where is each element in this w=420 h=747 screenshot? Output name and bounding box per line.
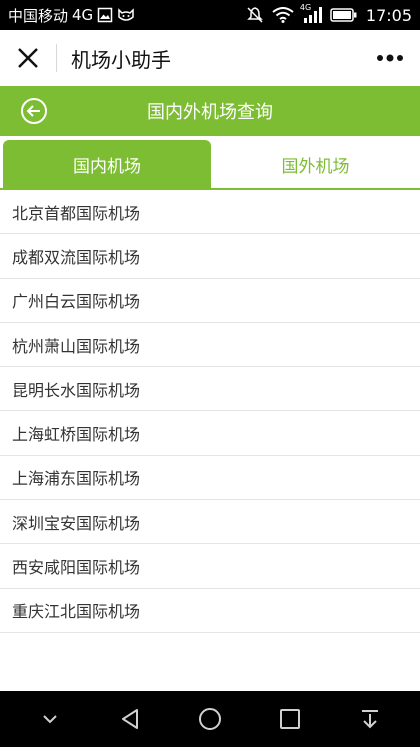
- carrier-name: 中国移动: [8, 6, 69, 25]
- list-item[interactable]: 西安咸阳国际机场: [0, 544, 420, 589]
- signal-label: 4G: [299, 3, 312, 12]
- status-right: 4G 17:05: [246, 3, 412, 25]
- image-icon: [97, 7, 113, 23]
- chevron-down-icon: [43, 715, 57, 724]
- recents-square-icon: [280, 709, 300, 729]
- back-triangle-icon: [122, 709, 138, 729]
- list-item[interactable]: 深圳宝安国际机场: [0, 500, 420, 545]
- app-title: 机场小助手: [71, 47, 171, 72]
- list-item[interactable]: 重庆江北国际机场: [0, 589, 420, 633]
- status-bar: 中国移动 4G 4G 17:05: [0, 0, 420, 30]
- nav-home-button[interactable]: [186, 695, 234, 743]
- tab-bar: 国内机场 国外机场: [0, 140, 420, 190]
- airport-list: 北京首都国际机场 成都双流国际机场 广州白云国际机场 杭州萧山国际机场 昆明长水…: [0, 190, 420, 633]
- battery-icon: [330, 7, 358, 23]
- cat-icon: [117, 7, 135, 23]
- mute-icon: [246, 6, 264, 24]
- network-type: 4G: [72, 6, 94, 24]
- nav-notification-button[interactable]: [346, 695, 394, 743]
- status-left: 中国移动 4G: [8, 5, 135, 26]
- tab-domestic[interactable]: 国内机场: [3, 140, 211, 188]
- list-item[interactable]: 杭州萧山国际机场: [0, 323, 420, 368]
- pull-down-icon: [362, 710, 378, 729]
- title-divider: [56, 44, 57, 72]
- list-item[interactable]: 上海虹桥国际机场: [0, 411, 420, 456]
- close-button[interactable]: [0, 30, 56, 86]
- title-bar: 机场小助手: [0, 30, 420, 86]
- list-item[interactable]: 昆明长水国际机场: [0, 367, 420, 412]
- more-icon: [377, 54, 403, 62]
- cellular-signal-icon: 4G: [300, 3, 322, 23]
- close-icon: [18, 48, 38, 68]
- list-item[interactable]: 北京首都国际机场: [0, 190, 420, 235]
- tab-international[interactable]: 国外机场: [211, 140, 420, 188]
- list-item[interactable]: 广州白云国际机场: [0, 279, 420, 323]
- wifi-icon: [272, 7, 294, 23]
- nav-back-button[interactable]: [106, 695, 154, 743]
- list-item[interactable]: 成都双流国际机场: [0, 234, 420, 279]
- nav-recents-button[interactable]: [266, 695, 314, 743]
- system-nav-bar: [0, 691, 420, 747]
- list-item[interactable]: 上海浦东国际机场: [0, 456, 420, 501]
- clock: 17:05: [365, 5, 412, 25]
- back-button[interactable]: [20, 97, 48, 125]
- home-circle-icon: [199, 708, 221, 730]
- back-arrow-icon: [21, 98, 47, 124]
- page-header: 国内外机场查询: [0, 86, 420, 136]
- page-title: 国内外机场查询: [147, 102, 273, 123]
- hide-nav-button[interactable]: [26, 695, 74, 743]
- more-button[interactable]: [360, 30, 420, 86]
